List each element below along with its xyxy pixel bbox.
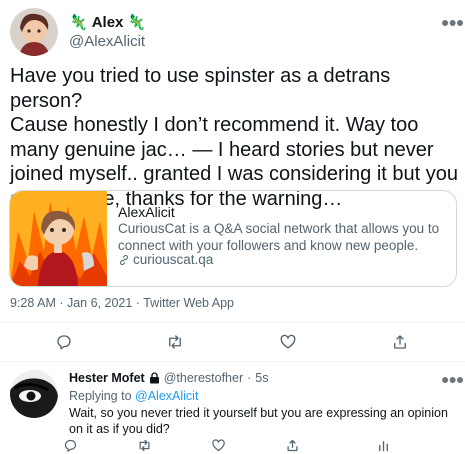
author-name[interactable]: 🦎 Alex 🦎 <box>69 13 147 32</box>
analytics-icon[interactable] <box>368 436 398 454</box>
reply-icon[interactable] <box>55 436 85 454</box>
replying-to-link[interactable]: @AlexAlicit <box>135 389 198 403</box>
replying-to: Replying to @AlexAlicit <box>69 389 198 403</box>
tweet-date[interactable]: Jan 6, 2021 <box>67 296 132 310</box>
more-dots-icon[interactable]: ●●● <box>441 371 464 387</box>
author-handle[interactable]: @AlexAlicit <box>69 33 145 50</box>
card-image <box>10 191 107 286</box>
tweet-text: Have you tried to use spinster as a detr… <box>10 65 459 210</box>
reply-actions <box>55 436 465 454</box>
retweet-icon[interactable] <box>156 323 194 361</box>
lizard-icon: 🦎 <box>127 14 147 31</box>
tweet-time[interactable]: 9:28 AM <box>10 296 56 310</box>
card-url-text: curiouscat.qa <box>133 252 214 267</box>
like-icon[interactable] <box>269 323 307 361</box>
reply-time[interactable]: 5s <box>255 371 268 385</box>
author-avatar[interactable] <box>10 8 58 56</box>
link-card[interactable]: AlexAlicit CuriousCat is a Q&A social ne… <box>9 190 457 287</box>
author-name-text: Alex <box>91 13 124 31</box>
tweet-actions <box>0 323 465 361</box>
more-dots-icon[interactable]: ●●● <box>441 14 464 30</box>
card-url: curiouscat.qa <box>118 252 213 267</box>
share-icon[interactable] <box>277 436 307 454</box>
divider <box>0 361 465 362</box>
share-icon[interactable] <box>381 323 419 361</box>
retweet-icon[interactable] <box>129 436 159 454</box>
card-description: CuriousCat is a Q&A social network that … <box>118 221 440 253</box>
tweet-source: Twitter Web App <box>143 296 235 310</box>
link-icon <box>120 254 128 265</box>
reply-header: Hester Mofet @therestofher · 5s <box>69 371 269 385</box>
lizard-icon: 🦎 <box>69 14 88 31</box>
like-icon[interactable] <box>203 436 233 454</box>
reply-handle[interactable]: @therestofher <box>164 371 243 385</box>
replying-prefix: Replying to <box>69 389 132 403</box>
lock-icon <box>149 372 159 384</box>
reply-icon[interactable] <box>45 323 83 361</box>
reply-text: Wait, so you never tried it yourself but… <box>69 406 448 436</box>
separator-dot: · <box>247 371 252 385</box>
card-title: AlexAlicit <box>118 204 175 220</box>
reply-avatar[interactable] <box>10 370 58 418</box>
reply-author-name[interactable]: Hester Mofet <box>69 371 145 385</box>
tweet-meta: 9:28 AM · Jan 6, 2021 · Twitter Web App <box>10 296 235 310</box>
